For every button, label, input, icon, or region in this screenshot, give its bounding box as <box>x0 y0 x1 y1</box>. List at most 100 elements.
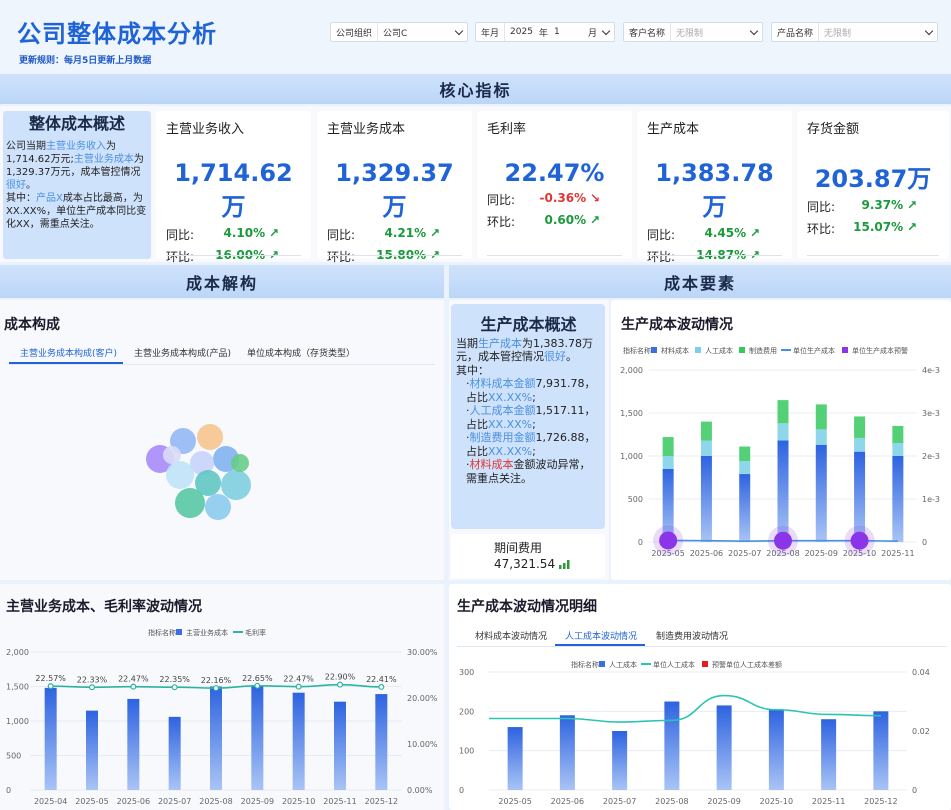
kpi-mom: 0.60% <box>544 213 587 227</box>
legend-title: 指标名称 <box>571 660 599 669</box>
bubble[interactable] <box>205 494 231 520</box>
legend-swatch <box>651 347 657 353</box>
line-point <box>171 684 178 691</box>
kpi-divider <box>327 255 462 256</box>
po-item-end: ; <box>532 417 536 431</box>
kpi-yoy-label: 同比: <box>327 228 356 242</box>
x-tick: 2025-11 <box>812 797 845 806</box>
year-value[interactable]: 2025 <box>510 27 533 37</box>
kpi-mom-label: 环比: <box>166 250 195 264</box>
data-label: 22.33% <box>77 675 108 684</box>
po-l1b: 生产成本 <box>478 336 522 350</box>
line-point <box>254 682 261 689</box>
product-filter[interactable]: 产品名称 无限制 <box>771 22 938 42</box>
prod-wave-title: 生产成本波动情况 <box>621 317 733 333</box>
tab-labor-wave[interactable]: 人工成本波动情况 <box>565 629 637 642</box>
bubble[interactable] <box>166 461 194 489</box>
kpi-card: 毛利率 22.47% 同比: -0.36% ↘ 环比: 0.60% ↗ <box>477 111 632 259</box>
bubble-chart <box>146 424 251 520</box>
kpi-yoy-label: 同比: <box>487 193 516 207</box>
tab-unit-cost[interactable]: 单位成本构成（存货类型） <box>247 346 355 359</box>
y-tick: 1,000 <box>620 452 643 461</box>
kpi-mom-label: 环比: <box>807 222 836 236</box>
bar <box>892 425 904 444</box>
x-tick: 2025-10 <box>760 797 793 806</box>
y2-tick: 4e-3 <box>922 366 940 375</box>
po-item-1: ·人工成本金额1,517.11，占比XX.XX%; <box>466 404 596 431</box>
bubble[interactable] <box>175 488 205 518</box>
y-tick: 500 <box>628 495 643 504</box>
x-tick: 2025-06 <box>551 797 584 806</box>
tab-cost-customer[interactable]: 主营业务成本构成(客户) <box>20 346 117 359</box>
po-warn: ·材料成本金额波动异常，需重点关注。 <box>466 458 591 485</box>
x-tick: 2025-07 <box>603 797 636 806</box>
tab-mfg-wave[interactable]: 制造费用波动情况 <box>656 629 728 642</box>
kpi-card: 主营业务成本 1,329.37万 同比: 4.21% ↗ 环比: 15.80% ↗ <box>317 111 472 264</box>
ov-hl1: 主营业务收入 <box>46 141 106 152</box>
po-item-x: XX.XX% <box>488 444 533 458</box>
bar <box>854 416 866 438</box>
kpi-label: 主营业务收入 <box>166 122 245 137</box>
section-structure: 成本解构 <box>0 265 444 298</box>
chevron-down-icon <box>454 26 464 35</box>
x-tick: 2025-07 <box>158 797 191 806</box>
date-filter[interactable]: 年月 2025 年 1 月 <box>475 22 615 42</box>
y2-tick: 0.04 <box>912 668 930 677</box>
org-filter[interactable]: 公司组织 公司C <box>330 22 468 42</box>
overview-title: 整体成本概述 <box>28 114 125 133</box>
ov-p5: 其中： <box>6 193 36 204</box>
labor-title: 生产成本波动情况明细 <box>457 599 597 615</box>
tab-material-wave[interactable]: 材料成本波动情况 <box>475 629 547 642</box>
bar <box>739 461 751 475</box>
arrow-up-icon: ↗ <box>906 198 917 212</box>
bar <box>700 456 712 542</box>
y-tick: 100 <box>459 747 474 756</box>
bar <box>44 687 57 790</box>
po-item-x: XX.XX% <box>488 417 533 431</box>
month-value[interactable]: 1 <box>554 27 560 37</box>
customer-filter[interactable]: 客户名称 无限制 <box>623 22 763 42</box>
kpi-yoy: 9.37% <box>861 198 904 212</box>
section-core: 核心指标 <box>0 74 951 104</box>
legend-label: 单位生产成本预警 <box>852 346 908 355</box>
bar <box>662 456 674 469</box>
legend-swatch <box>695 347 701 353</box>
kpi-value: 22.47% <box>504 159 605 187</box>
page-title: 公司整体成本分析 <box>17 20 217 48</box>
kpi-label: 生产成本 <box>647 122 700 137</box>
bar <box>768 709 784 790</box>
arrow-up-icon: ↗ <box>429 226 440 240</box>
date-filter-label: 年月 <box>481 28 500 39</box>
tab-divider <box>9 364 435 365</box>
kpi-card: 主营业务收入 1,714.62万 同比: 4.10% ↗ 环比: 16.00% ↗ <box>156 111 311 264</box>
bar <box>892 456 904 542</box>
bar <box>700 421 712 441</box>
y-tick: 0 <box>459 786 464 795</box>
bar <box>662 437 674 456</box>
kpi-label: 主营业务成本 <box>327 122 406 137</box>
bubble[interactable] <box>221 470 251 500</box>
labor-chart: 指标名称 人工成本 单位人工成本 预警单位人工成本差额 0 100 200 300 0 0.02 0… <box>459 660 930 806</box>
legend-swatch <box>599 661 605 667</box>
y2-tick: 20.00% <box>407 694 438 703</box>
bar <box>127 698 140 790</box>
kpi-label: 毛利率 <box>487 122 527 137</box>
line-point <box>130 683 137 690</box>
y2-tick: 0.00% <box>407 786 433 795</box>
bubble[interactable] <box>163 446 181 464</box>
bubble[interactable] <box>231 454 249 472</box>
data-label: 22.47% <box>118 675 149 684</box>
bar <box>251 686 264 790</box>
tab-cost-product[interactable]: 主营业务成本构成(产品) <box>134 346 231 359</box>
kpi-yoy-label: 同比: <box>647 228 676 242</box>
y-tick: 0 <box>638 538 643 547</box>
x-tick: 2025-05 <box>498 797 531 806</box>
data-label: 22.90% <box>325 673 356 682</box>
bar <box>559 715 575 790</box>
bubble[interactable] <box>197 424 223 450</box>
y2-tick: 2e-3 <box>922 452 940 461</box>
legend-label: 人工成本 <box>705 346 733 355</box>
main-cost-panel: 主营业务成本、毛利率波动情况 指标名称 主营业务成本 毛利率 0 500 1,000 1,5… <box>0 584 444 810</box>
kpi-label: 存货金额 <box>807 122 860 137</box>
prod-overview-title: 生产成本概述 <box>480 315 577 334</box>
